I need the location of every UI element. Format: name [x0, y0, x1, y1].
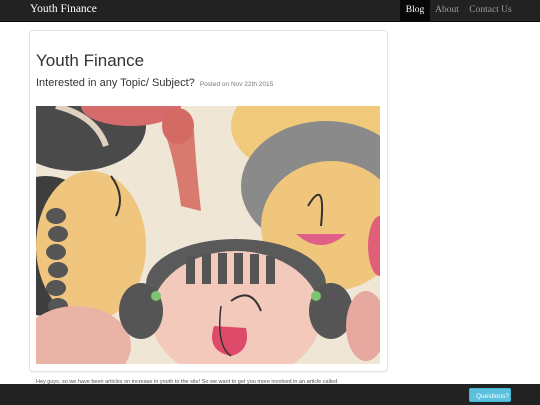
post-date: Posted on Nov 22th 2015	[199, 81, 274, 88]
post-hero-image	[36, 106, 380, 364]
footer-bar	[0, 384, 540, 405]
nav-blog[interactable]: Blog	[400, 0, 430, 21]
post-title: Youth Finance	[36, 51, 145, 70]
post-subtitle-text: Interested in any Topic/ Subject?	[36, 77, 195, 89]
nav-about[interactable]: About	[433, 0, 461, 21]
top-navbar: Youth Finance Blog About Contact Us	[0, 0, 540, 22]
questions-button[interactable]: Questions?	[469, 388, 511, 402]
post-subtitle: Interested in any Topic/ Subject? Posted…	[36, 77, 273, 89]
children-drawing-illustration	[36, 106, 380, 364]
brand-link[interactable]: Youth Finance	[30, 3, 97, 15]
nav-contact-us[interactable]: Contact Us	[467, 0, 514, 21]
